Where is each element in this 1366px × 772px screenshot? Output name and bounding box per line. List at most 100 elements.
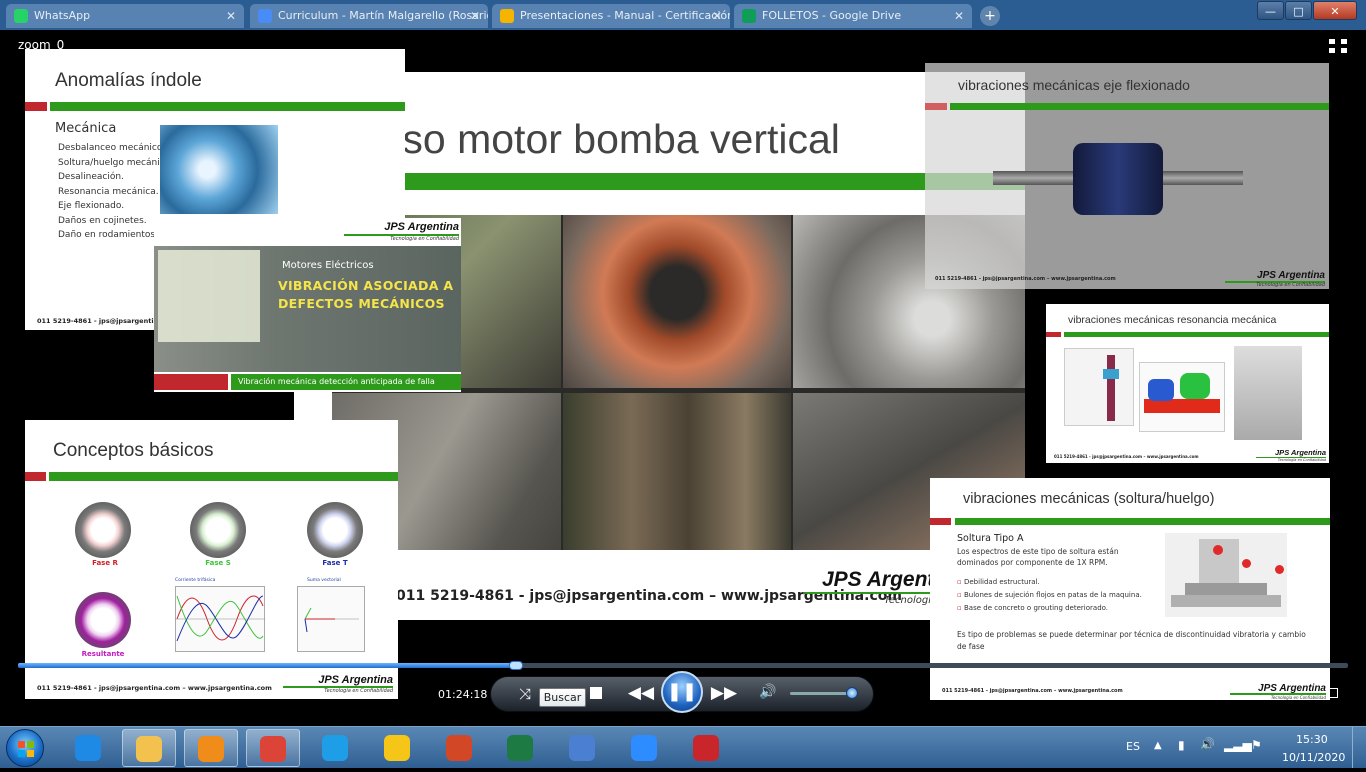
start-button[interactable]: [6, 729, 44, 767]
switch-view-icon[interactable]: [1328, 688, 1338, 698]
volume-slider[interactable]: [790, 692, 854, 695]
vector-sum-plot: [297, 586, 365, 652]
winamp-icon: [384, 735, 410, 761]
jps-brand: JPS Argentina: [318, 674, 393, 686]
tab-curriculum[interactable]: Curriculum - Martín Malgarello (Rosario)…: [250, 4, 488, 28]
list-item: ▫ Base de concreto o grouting deteriorad…: [957, 604, 1109, 612]
taskbar-button[interactable]: [184, 729, 238, 767]
volume-handle[interactable]: [846, 687, 858, 699]
pause-button[interactable]: ❚❚: [661, 671, 703, 713]
phase-r-diagram: [75, 502, 131, 558]
slide-eje-flexionado: vibraciones mecánicas eje flexionado 011…: [925, 63, 1329, 289]
taskbar-button[interactable]: [122, 729, 176, 767]
phase-s-label: Fase S: [205, 559, 231, 567]
minimize-button[interactable]: —: [1257, 1, 1284, 20]
close-icon[interactable]: ✕: [226, 4, 236, 28]
network-icon[interactable]: ▂▃▅: [1224, 738, 1252, 752]
bullet-list: ▫ Debilidad estructural. ▫ Bulones de su…: [957, 576, 1167, 615]
expand-icon[interactable]: [1328, 38, 1348, 54]
slide-resonancia: vibraciones mecánicas resonancia mecánic…: [1046, 304, 1329, 463]
jps-tagline: Tecnología en Confiabilidad: [1277, 458, 1326, 462]
previous-icon[interactable]: ◀◀: [624, 683, 658, 705]
powerpoint-icon: [446, 735, 472, 761]
close-icon[interactable]: ✕: [954, 4, 964, 28]
taskbar-button[interactable]: [371, 729, 425, 767]
taskbar-button[interactable]: [309, 729, 363, 767]
spectrum-chart-image: [158, 250, 260, 342]
volume-icon[interactable]: 🔊: [758, 684, 778, 704]
slide-title: vibraciones mecánicas eje flexionado: [958, 77, 1190, 93]
show-hidden-icons[interactable]: ▲: [1154, 740, 1162, 751]
list-item: ▫ Bulones de sujeción flojos en patas de…: [957, 591, 1142, 599]
media-player-icon: [198, 736, 224, 762]
slide-title: Caso motor bomba vertical: [350, 116, 840, 162]
taskbar-button[interactable]: [433, 729, 487, 767]
list-item: Resonancia mecánica.: [58, 186, 159, 197]
tab-presentaciones[interactable]: Presentaciones - Manual - Certificación …: [492, 4, 730, 28]
rotor-image: [1073, 143, 1163, 215]
slide-title: vibraciones mecánicas resonancia mecánic…: [1068, 314, 1277, 326]
close-window-button[interactable]: ✕: [1313, 1, 1357, 20]
phase-r-label: Fase R: [92, 559, 118, 567]
slide-title: Anomalías índole: [55, 70, 202, 91]
slide-footer-contact: 011 5219-4861 - jps@jpsargentina.com – w…: [1054, 454, 1199, 459]
tab-whatsapp[interactable]: WhatsApp ✕: [6, 4, 244, 28]
taskbar-button[interactable]: [494, 729, 548, 767]
slide-conceptos: Conceptos básicos Fase R Fase S Fase T R…: [25, 420, 398, 699]
shuffle-icon[interactable]: ⤨: [516, 685, 534, 703]
thumb-subtitle: Motores Eléctricos: [282, 260, 374, 271]
jps-brand: JPS Argentina: [1257, 270, 1325, 281]
chrome-icon: [260, 736, 286, 762]
list-item: Desbalanceo mecánico.: [58, 143, 166, 153]
remote-desktop-icon: [569, 735, 595, 761]
list-item: ▫ Debilidad estructural.: [957, 578, 1040, 586]
next-icon[interactable]: ▶▶: [707, 683, 741, 705]
motor-fea-image: [1139, 362, 1225, 432]
list-item: Desalineación.: [58, 172, 124, 182]
photo-stator-winding: [563, 215, 791, 388]
close-icon[interactable]: ✕: [712, 4, 722, 28]
taskbar-button[interactable]: [62, 729, 116, 767]
jps-tagline: Tecnología en Confiabilidad: [390, 236, 459, 242]
tab-folletos[interactable]: FOLLETOS - Google Drive ✕: [734, 4, 972, 28]
excel-icon: [507, 735, 533, 761]
taskbar-button[interactable]: [246, 729, 300, 767]
close-icon[interactable]: ✕: [470, 4, 480, 28]
drive-icon: [742, 9, 756, 23]
slide-title: Conceptos básicos: [53, 440, 214, 461]
timecode: 01:24:18: [438, 688, 488, 701]
seek-progress: [18, 663, 516, 668]
taskbar-button[interactable]: [618, 729, 672, 767]
browser-tab-strip: WhatsApp ✕ Curriculum - Martín Malgarell…: [0, 0, 1366, 30]
language-indicator[interactable]: ES: [1126, 740, 1140, 753]
slide-footer-contact: 011 5219-4861 - jps@jpsargentina.co: [37, 317, 174, 325]
maximize-button[interactable]: □: [1285, 1, 1312, 20]
taskbar-button[interactable]: [556, 729, 610, 767]
battery-icon[interactable]: ▮: [1178, 738, 1185, 752]
show-desktop-button[interactable]: [1352, 727, 1366, 768]
clock-time[interactable]: 15:30: [1296, 733, 1328, 746]
thumb-title-line1: VIBRACIÓN ASOCIADA A: [278, 278, 454, 293]
action-center-icon[interactable]: ⚑: [1251, 738, 1262, 752]
slide-video-thumb: JPS Argentina Tecnología en Confiabilida…: [154, 218, 461, 392]
clock-date[interactable]: 10/11/2020: [1282, 751, 1345, 764]
volume-tray-icon[interactable]: 🔊: [1200, 737, 1215, 751]
seek-handle[interactable]: [509, 661, 523, 670]
new-tab-button[interactable]: +: [980, 6, 1000, 26]
looseness-diagram: [1165, 533, 1287, 617]
note-text: Es tipo de problemas se puede determinar…: [957, 630, 1306, 651]
taskbar-button[interactable]: [680, 729, 734, 767]
resultante-diagram: [75, 592, 131, 648]
whatsapp-icon: [14, 9, 28, 23]
doc-icon: [258, 9, 272, 23]
zoom-icon: [631, 735, 657, 761]
resultante-label: Resultante: [81, 650, 125, 658]
slide-footer-contact: 011 5219-4861 - jps@jpsargentina.com – w…: [37, 684, 272, 692]
stop-icon[interactable]: [590, 687, 602, 699]
plot-title: Corriente trifásica: [175, 578, 216, 583]
slide-title: vibraciones mecánicas (soltura/huelgo): [963, 491, 1215, 507]
thumb-title-line2: DEFECTOS MECÁNICOS: [278, 296, 445, 311]
file-explorer-icon: [136, 736, 162, 762]
slide-footer-contact: 011 5219-4861 - jps@jpsargentina.com – w…: [942, 688, 1123, 694]
windows-logo-icon: [18, 741, 34, 757]
